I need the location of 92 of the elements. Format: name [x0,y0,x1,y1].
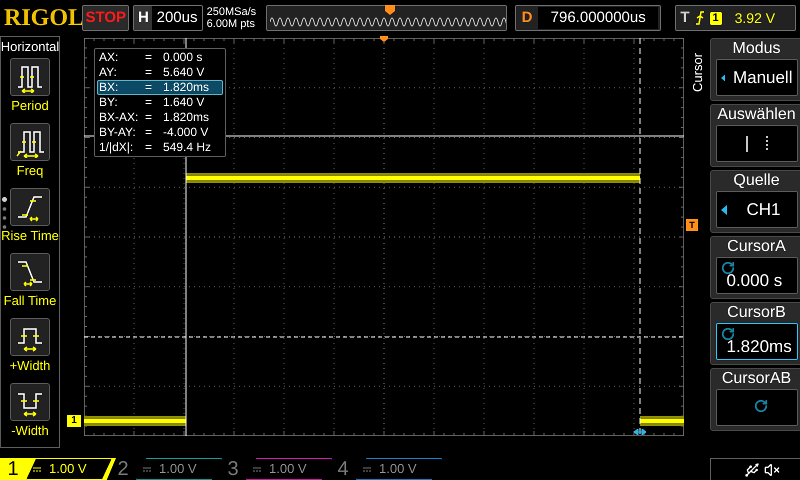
timebase-label: H [134,6,152,30]
readout-value: 5.640 V [163,66,204,79]
measure-label: Fall Time [4,292,56,310]
readout-value: 1.820ms [163,111,210,124]
measure-label: +Width [10,357,50,375]
trigger-level-marker: T [686,219,698,231]
menu-item-title: CursorAB [722,369,792,389]
measure-button[interactable] [10,318,50,356]
readout-label: BX-AX: [99,111,140,124]
knob-icon [720,261,734,275]
timebase-value: 200us [156,8,198,28]
cursor-value: 0.000 s [726,270,782,292]
knob-icon [720,327,734,341]
delay-label: D [520,8,534,28]
readout-equals: = [145,81,154,94]
menu-item[interactable]: Quelle CH1 [710,170,800,233]
readout-value: 0.000 s [163,51,202,64]
dc-coupling-icon [143,466,151,472]
dc-coupling-icon [33,466,41,472]
menu-item[interactable]: Modus Manuell [710,38,800,101]
readout-label: AX: [99,51,120,64]
channel-scale: 1.00 V [49,460,87,478]
left-triangle-icon [720,72,725,82]
menu-item[interactable]: Auswählen [710,104,800,167]
trigger-source: 1 [710,12,722,24]
trigger-label: T [680,8,690,28]
menu-item-title: CursorB [727,303,786,323]
measure-label: Period [11,97,49,115]
timebase-box[interactable]: H 200us [133,5,203,31]
usb-icon [744,462,760,478]
measure-label: -Width [11,422,49,440]
measure-label: Rise Time [1,227,59,245]
menu-item-title: Quelle [733,171,780,191]
readout-label: 1/|dX|: [99,141,134,154]
cursor-value: 1.820ms [726,336,792,358]
readout-equals: = [145,51,154,64]
sample-rate: 250MSa/s [206,6,258,18]
readout-label: BX: [99,81,120,94]
readout-equals: = [145,126,154,139]
sidebar-title: Horizontal [0,38,60,56]
knob-icon [754,399,768,413]
channel-number: 1 [6,458,20,480]
memory-depth: 6.00M pts [206,18,256,30]
mute-icon [764,462,780,478]
menu-item-title: Modus [732,39,781,59]
menu-item-title: CursorA [727,237,786,257]
delay-value: 796.000000us [538,7,658,29]
readout-equals: = [145,141,154,154]
readout-equals: = [145,111,154,124]
page-dots-icon [2,197,7,230]
channel-scale: 1.00 V [159,460,197,478]
trigger-position-icon [384,5,395,15]
menu-item[interactable]: CursorAB [710,368,800,431]
run-status[interactable]: STOP [82,5,130,31]
measure-button[interactable] [10,123,50,161]
trigger-level: 3.92 V [734,8,776,28]
readout-label: BY-AY: [99,126,137,139]
readout-value: 549.4 Hz [163,141,212,154]
channel-marker: 1 [67,415,81,427]
trigger-time-icon [380,36,388,42]
readout-label: AY: [99,66,118,79]
channel-number: 2 [116,458,130,480]
measure-label: Freq [16,162,44,180]
overview-waveform-icon [270,17,506,27]
cursor-double-arrow-icon [634,429,646,435]
measure-button[interactable] [10,188,50,226]
menu-item[interactable]: CursorB 1.820ms [710,302,800,365]
channel-number: 4 [336,458,350,480]
channel-scale: 1.00 V [269,460,307,478]
readout-value: -4.000 V [163,126,208,139]
channel-scale: 1.00 V [379,460,417,478]
readout-label: BY: [99,96,119,109]
trigger-box[interactable]: T 1 3.92 V [675,5,796,31]
readout-equals: = [145,66,154,79]
option-value: Manuell [732,66,792,89]
channel-tab[interactable]: 1 1.00 V [0,458,116,480]
left-triangle-icon [720,204,726,214]
dc-coupling-icon [253,466,261,472]
readout-value: 1.640 V [163,96,204,109]
measure-button[interactable] [10,58,50,96]
readout-equals: = [145,96,154,109]
menu-item[interactable]: CursorA 0.000 s [710,236,800,299]
delay-box[interactable]: D 796.000000us [515,5,662,31]
rising-edge-icon [694,11,704,25]
measure-button[interactable] [10,253,50,291]
measure-button[interactable] [10,383,50,421]
dc-coupling-icon [363,466,371,472]
menu-title: Cursor [689,52,706,94]
readout-value: 1.820ms [163,81,210,94]
channel-number: 3 [226,458,240,480]
menu-item-title: Auswählen [717,105,796,125]
option-value: CH1 [745,198,782,221]
